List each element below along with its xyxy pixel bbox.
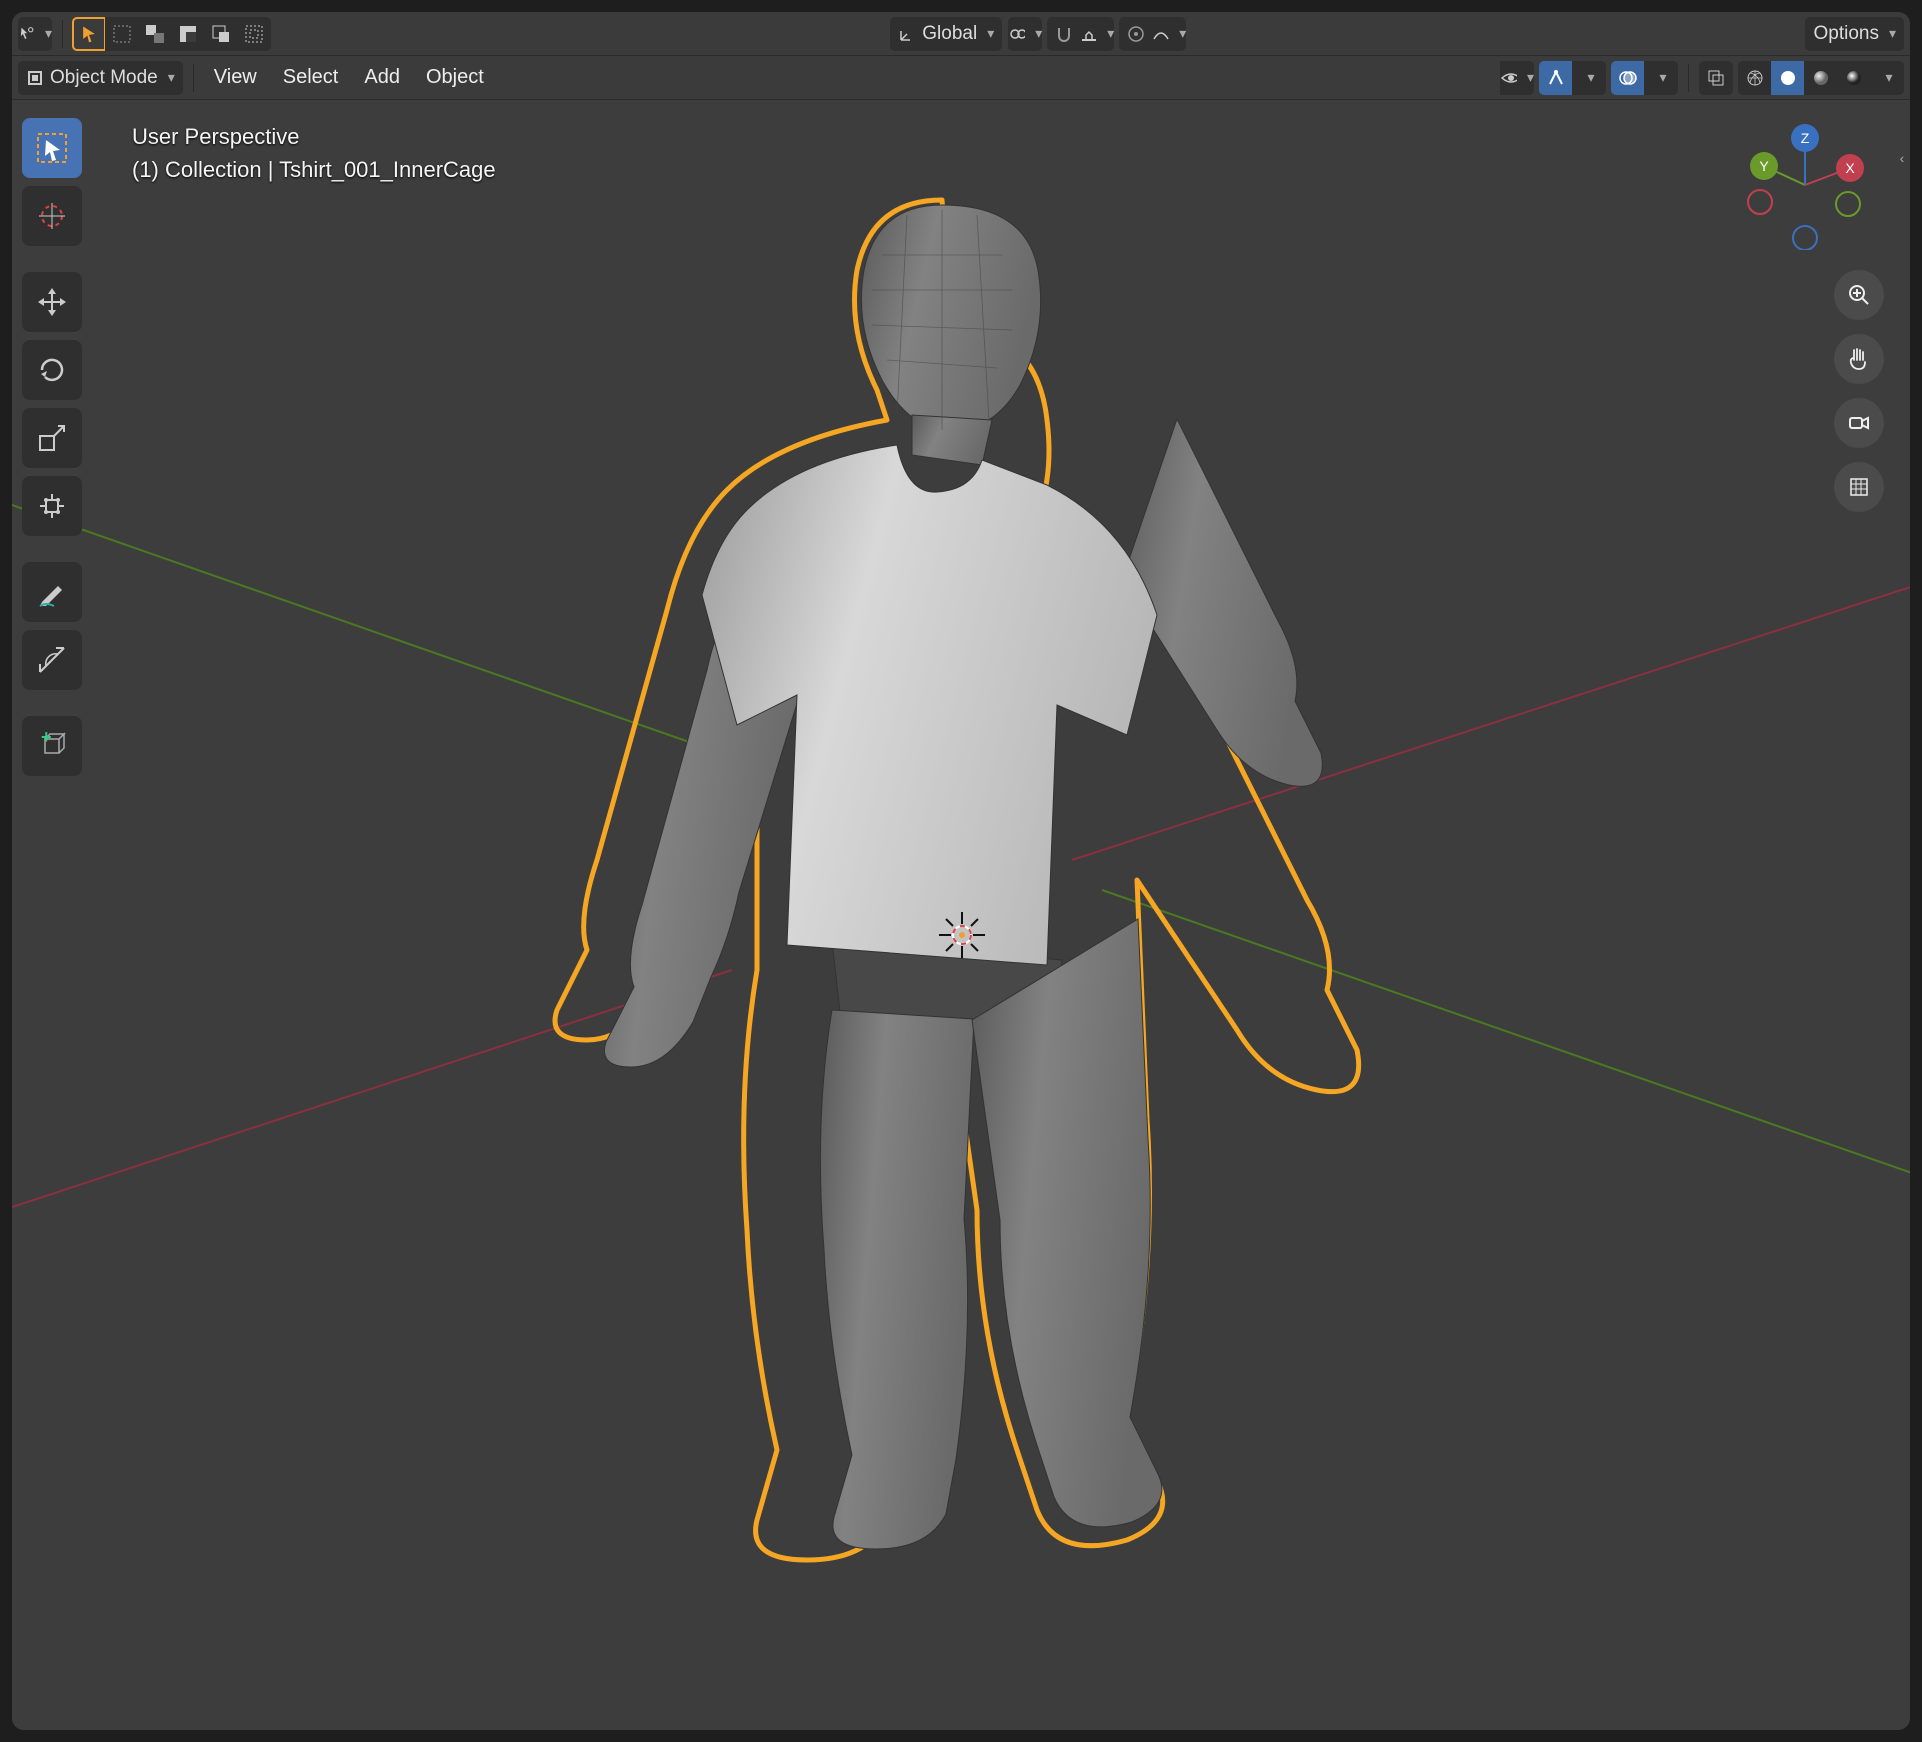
tool-add-cube[interactable]: + bbox=[22, 716, 82, 776]
overlay-line2: (1) Collection | Tshirt_001_InnerCage bbox=[132, 153, 496, 186]
gizmo-settings-dropdown[interactable]: ▾ bbox=[1572, 61, 1606, 95]
select-extend-tool[interactable] bbox=[138, 17, 172, 51]
nav-zoom[interactable] bbox=[1834, 270, 1884, 320]
proportional-edit-toggle[interactable] bbox=[1119, 17, 1153, 51]
snap-toggle[interactable] bbox=[1047, 17, 1081, 51]
visibility-dropdown[interactable]: ▾ bbox=[1500, 61, 1534, 95]
nav-stack bbox=[1834, 270, 1884, 512]
menu-add[interactable]: Add bbox=[354, 62, 410, 93]
shading-solid[interactable] bbox=[1771, 61, 1805, 95]
scene-content bbox=[12, 100, 1910, 1730]
tool-cursor[interactable] bbox=[22, 186, 82, 246]
shading-rendered[interactable] bbox=[1837, 61, 1871, 95]
transform-orientation-dropdown[interactable]: Global ▾ bbox=[890, 17, 1002, 51]
select-box-tool-active[interactable] bbox=[72, 17, 106, 51]
tool-scale[interactable] bbox=[22, 408, 82, 468]
tool-rotate[interactable] bbox=[22, 340, 82, 400]
menu-object[interactable]: Object bbox=[416, 62, 494, 93]
svg-text:Y: Y bbox=[1759, 158, 1769, 174]
interaction-mode-dropdown[interactable]: ▾ bbox=[18, 17, 52, 51]
svg-text:X: X bbox=[1845, 160, 1855, 176]
mode-label: Object Mode bbox=[50, 67, 158, 89]
xray-toggle[interactable] bbox=[1699, 61, 1733, 95]
nav-pan[interactable] bbox=[1834, 334, 1884, 384]
viewport-overlay-text: User Perspective (1) Collection | Tshirt… bbox=[132, 120, 496, 186]
select-tool-group bbox=[73, 17, 271, 51]
gizmo-toggle[interactable] bbox=[1539, 61, 1573, 95]
nav-gizmo[interactable]: X Y Z bbox=[1740, 120, 1870, 250]
toolbar-left: + bbox=[22, 118, 82, 776]
snap-settings-dropdown[interactable]: ▾ bbox=[1080, 17, 1114, 51]
overlay-line1: User Perspective bbox=[132, 120, 496, 153]
tool-annotate[interactable] bbox=[22, 562, 82, 622]
options-label: Options bbox=[1813, 23, 1878, 45]
svg-text:Z: Z bbox=[1801, 130, 1810, 146]
select-tweak-tool[interactable] bbox=[105, 17, 139, 51]
menu-view[interactable]: View bbox=[204, 62, 267, 93]
pivot-point-dropdown[interactable]: ▾ bbox=[1008, 17, 1042, 51]
svg-text:+: + bbox=[41, 729, 52, 747]
options-dropdown[interactable]: Options ▾ bbox=[1805, 17, 1904, 51]
chevron-left-icon: ‹ bbox=[1900, 150, 1905, 166]
viewport-3d[interactable]: + User Perspective (1) Collection | Tshi… bbox=[12, 100, 1910, 1730]
shading-material[interactable] bbox=[1804, 61, 1838, 95]
tool-select-box[interactable] bbox=[22, 118, 82, 178]
transform-orientation-label: Global bbox=[922, 23, 977, 45]
tool-move[interactable] bbox=[22, 272, 82, 332]
select-intersect-tool[interactable] bbox=[204, 17, 238, 51]
shading-wireframe[interactable] bbox=[1738, 61, 1772, 95]
nav-perspective[interactable] bbox=[1834, 462, 1884, 512]
shading-settings-dropdown[interactable]: ▾ bbox=[1870, 61, 1904, 95]
header-row-2: Object Mode ▾ View Select Add Object ▾ ▾… bbox=[12, 56, 1910, 100]
n-panel-handle[interactable]: ‹ bbox=[1894, 100, 1910, 1730]
tool-measure[interactable] bbox=[22, 630, 82, 690]
menu-select[interactable]: Select bbox=[273, 62, 349, 93]
select-subtract-tool[interactable] bbox=[171, 17, 205, 51]
overlays-settings-dropdown[interactable]: ▾ bbox=[1644, 61, 1678, 95]
tool-transform[interactable] bbox=[22, 476, 82, 536]
mode-dropdown[interactable]: Object Mode ▾ bbox=[18, 61, 183, 95]
select-invert-tool[interactable] bbox=[237, 17, 271, 51]
shading-group: ▾ bbox=[1739, 61, 1904, 95]
cursor-3d-icon bbox=[937, 910, 987, 960]
proportional-falloff-dropdown[interactable]: ▾ bbox=[1152, 17, 1186, 51]
overlays-toggle[interactable] bbox=[1611, 61, 1645, 95]
nav-camera[interactable] bbox=[1834, 398, 1884, 448]
header-row-1: ▾ Global ▾ bbox=[12, 12, 1910, 56]
viewport-container: ▾ Global ▾ bbox=[12, 12, 1910, 1730]
